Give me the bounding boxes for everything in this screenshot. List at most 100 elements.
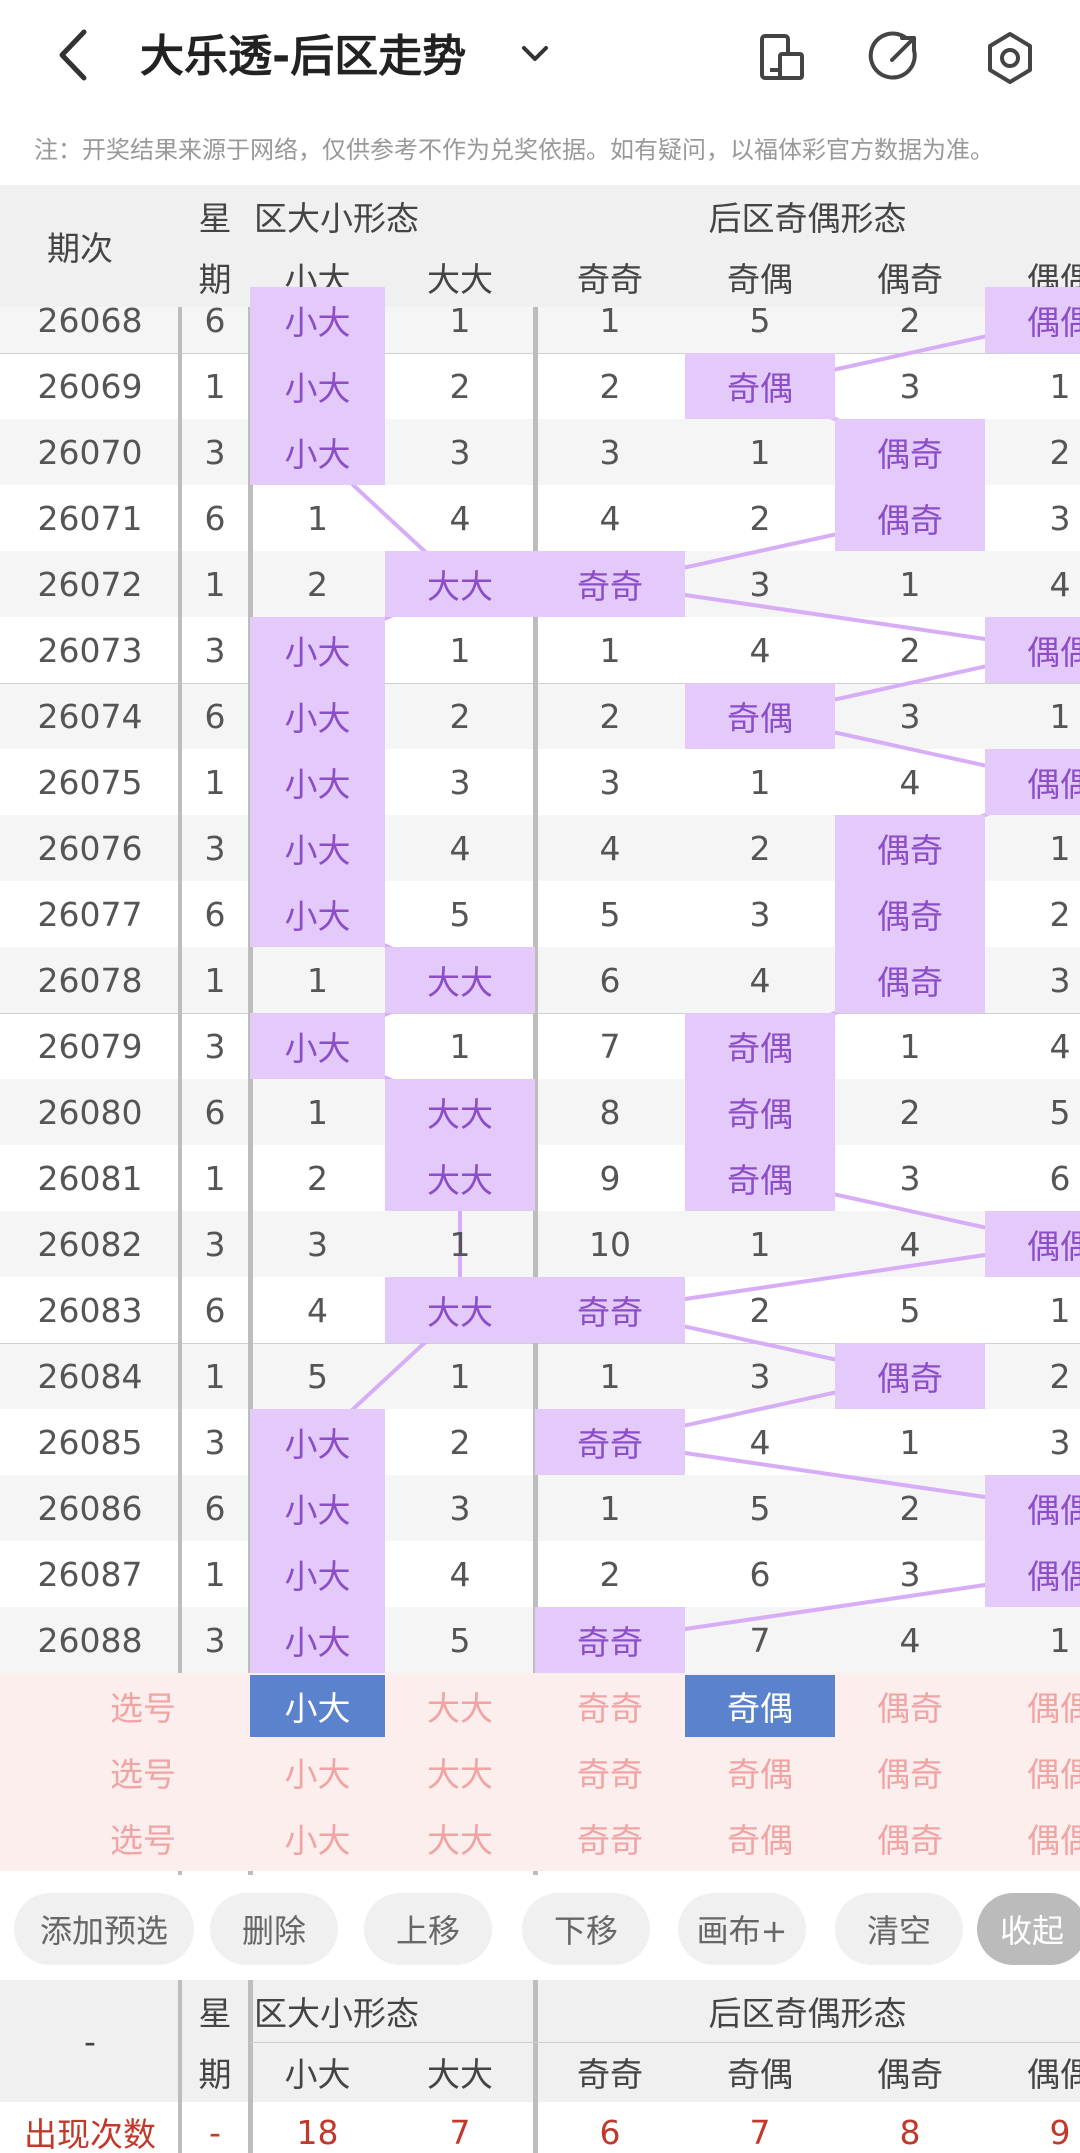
row-cell: 1: [307, 498, 328, 538]
row-cell: 9: [599, 1158, 621, 1198]
row-cell: 5: [899, 1290, 921, 1330]
select-option[interactable]: 偶偶: [985, 1739, 1080, 1805]
row-cell: 2: [749, 828, 771, 868]
row-week: 6: [204, 1290, 226, 1330]
select-option[interactable]: 奇偶: [685, 1805, 835, 1871]
row-cell: 1: [449, 1356, 471, 1396]
row-cell: 4: [599, 828, 621, 868]
row-cell: 6: [599, 960, 621, 1000]
select-option[interactable]: 小大: [250, 1675, 385, 1737]
select-option[interactable]: 大大: [385, 1673, 535, 1739]
row-cell: 奇奇: [535, 551, 685, 617]
row-cell: 小大: [250, 1541, 385, 1607]
page-title[interactable]: 大乐透-后区走势: [140, 22, 466, 92]
row-period: 26078: [37, 960, 143, 1000]
row-cell: 1: [1049, 696, 1071, 736]
row-week: 6: [204, 1488, 226, 1528]
stats-value: 9: [1049, 2112, 1071, 2152]
row-cell: 10: [589, 1224, 631, 1264]
row-cell: 1: [1049, 828, 1071, 868]
row-period: 26079: [37, 1026, 143, 1066]
stats-row-label: 出现次数: [24, 2115, 156, 2153]
row-cell: 1: [599, 1356, 621, 1396]
row-cell: 5: [449, 1620, 471, 1660]
stats-group-size: 区大小形态: [250, 1980, 535, 2042]
row-week: 6: [204, 300, 226, 340]
clear-button[interactable]: 清空: [835, 1893, 963, 1965]
row-cell: 偶奇: [835, 947, 985, 1013]
row-period: 26070: [37, 432, 143, 472]
select-option[interactable]: 小大: [250, 1739, 385, 1805]
row-cell: 5: [1049, 1092, 1071, 1132]
row-cell: 1: [599, 300, 621, 340]
delete-button[interactable]: 删除: [210, 1893, 338, 1965]
settings-icon[interactable]: [980, 28, 1040, 88]
row-cell: 1: [899, 1422, 921, 1462]
row-cell: 偶奇: [835, 881, 985, 947]
row-period: 26086: [37, 1488, 143, 1528]
add-preselect-button[interactable]: 添加预选: [14, 1893, 194, 1965]
select-option[interactable]: 偶奇: [835, 1673, 985, 1739]
select-label[interactable]: 选号: [110, 1739, 200, 1805]
row-period: 26085: [37, 1422, 143, 1462]
row-week: 1: [204, 1158, 226, 1198]
row-cell: 小大: [250, 1607, 385, 1673]
share-icon[interactable]: [864, 28, 924, 88]
row-week: 6: [204, 498, 226, 538]
select-option[interactable]: 大大: [385, 1739, 535, 1805]
collapse-button[interactable]: 收起: [977, 1893, 1080, 1965]
device-icon[interactable]: [752, 28, 812, 88]
row-cell: 2: [749, 1290, 771, 1330]
row-cell: 小大: [250, 1013, 385, 1079]
row-week: 1: [204, 762, 226, 802]
row-cell: 3: [749, 1356, 771, 1396]
row-cell: 7: [599, 1026, 621, 1066]
row-cell: 小大: [250, 815, 385, 881]
row-cell: 小大: [250, 287, 385, 353]
select-option[interactable]: 偶奇: [835, 1739, 985, 1805]
row-cell: 3: [449, 762, 471, 802]
select-option[interactable]: 奇奇: [535, 1673, 685, 1739]
column-divider: [533, 1980, 538, 2153]
select-option[interactable]: 大大: [385, 1805, 535, 1871]
header-divider: [250, 2042, 1080, 2043]
select-option[interactable]: 奇偶: [685, 1675, 835, 1737]
row-cell: 1: [449, 1026, 471, 1066]
row-cell: 偶偶: [985, 1475, 1080, 1541]
select-option[interactable]: 偶奇: [835, 1805, 985, 1871]
move-up-button[interactable]: 上移: [364, 1893, 492, 1965]
select-option[interactable]: 偶偶: [985, 1673, 1080, 1739]
row-cell: 3: [899, 1158, 921, 1198]
canvas-plus-button[interactable]: 画布+: [678, 1893, 806, 1965]
row-cell: 3: [449, 1488, 471, 1528]
select-option[interactable]: 小大: [250, 1805, 385, 1871]
row-cell: 7: [749, 1620, 771, 1660]
stats-week-line2: 期: [180, 2042, 250, 2102]
select-option[interactable]: 奇偶: [685, 1739, 835, 1805]
row-cell: 小大: [250, 1409, 385, 1475]
select-option[interactable]: 奇奇: [535, 1805, 685, 1871]
row-cell: 1: [899, 564, 921, 604]
row-cell: 2: [599, 366, 621, 406]
back-icon[interactable]: [40, 20, 110, 90]
row-cell: 4: [1049, 564, 1071, 604]
select-label[interactable]: 选号: [110, 1673, 200, 1739]
row-period: 26082: [37, 1224, 143, 1264]
row-week: 3: [204, 1026, 226, 1066]
row-cell: 2: [449, 366, 471, 406]
row-cell: 6: [749, 1554, 771, 1594]
row-cell: 3: [1049, 960, 1071, 1000]
select-label[interactable]: 选号: [110, 1805, 200, 1871]
move-down-button[interactable]: 下移: [522, 1893, 650, 1965]
select-option[interactable]: 偶偶: [985, 1805, 1080, 1871]
row-cell: 4: [749, 960, 771, 1000]
select-option[interactable]: 奇奇: [535, 1739, 685, 1805]
row-cell: 2: [899, 1488, 921, 1528]
row-period: 26073: [37, 630, 143, 670]
chevron-down-icon[interactable]: [510, 28, 560, 78]
row-period: 26074: [37, 696, 143, 736]
row-cell: 4: [449, 498, 471, 538]
row-week: 3: [204, 1224, 226, 1264]
row-period: 26069: [37, 366, 143, 406]
row-cell: 奇偶: [685, 353, 835, 419]
